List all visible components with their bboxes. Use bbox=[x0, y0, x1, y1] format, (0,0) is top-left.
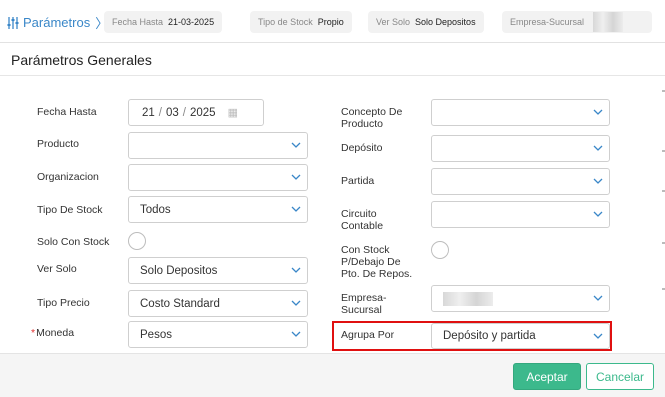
label-producto: Producto bbox=[37, 138, 80, 150]
producto-select[interactable] bbox=[128, 132, 308, 159]
date-day: 21 bbox=[142, 106, 155, 119]
chip-key: Ver Solo bbox=[376, 17, 411, 27]
chip-value: Propio bbox=[317, 17, 344, 27]
chevron-down-icon bbox=[593, 295, 603, 301]
tipo-precio-select[interactable]: Costo Standard bbox=[128, 290, 308, 317]
chevron-down-icon bbox=[291, 267, 301, 273]
select-value: Costo Standard bbox=[140, 297, 220, 310]
chip-value: 21-03-2025 bbox=[168, 17, 215, 27]
chevron-down-icon bbox=[291, 142, 301, 148]
chevron-down-icon bbox=[593, 333, 603, 339]
solo-con-stock-radio[interactable] bbox=[128, 232, 146, 250]
chip-tipo-stock[interactable]: Tipo de Stock Propio bbox=[250, 11, 352, 33]
label-circuito-contable: Circuito Contable bbox=[341, 208, 384, 232]
chevron-down-icon bbox=[593, 109, 603, 115]
chip-empresa-sucursal[interactable]: Empresa-Sucursal bbox=[502, 11, 652, 33]
date-separator: / bbox=[182, 106, 186, 119]
concepto-producto-select[interactable] bbox=[431, 99, 610, 126]
required-mark: * bbox=[31, 327, 36, 339]
chip-value: Solo Depositos bbox=[415, 17, 476, 27]
organizacion-select[interactable] bbox=[128, 164, 308, 191]
deposito-select[interactable] bbox=[431, 135, 610, 162]
select-value: Depósito y partida bbox=[443, 330, 536, 342]
cancel-button[interactable]: Cancelar bbox=[586, 363, 654, 390]
label-agrupa-por: Agrupa Por bbox=[341, 329, 395, 341]
label-con-stock-debajo: Con Stock P/Debajo De Pto. De Repos. bbox=[341, 244, 413, 280]
redacted-value bbox=[443, 291, 493, 306]
label-deposito: Depósito bbox=[341, 142, 383, 154]
empresa-sucursal-select[interactable] bbox=[431, 285, 610, 312]
agrupa-por-select[interactable]: Depósito y partida bbox=[431, 323, 610, 349]
label-ver-solo: Ver Solo bbox=[37, 263, 77, 275]
date-separator: / bbox=[158, 106, 162, 119]
parameters-bar: Parámetros 〉 Fecha Hasta 21-03-2025 Tipo… bbox=[0, 0, 665, 42]
select-value: Solo Depositos bbox=[140, 264, 218, 277]
chip-key: Tipo de Stock bbox=[258, 17, 313, 27]
con-stock-debajo-radio[interactable] bbox=[431, 241, 449, 259]
chevron-down-icon bbox=[593, 211, 603, 217]
calendar-icon[interactable]: ▦ bbox=[228, 106, 238, 119]
chip-key: Empresa-Sucursal bbox=[510, 17, 585, 27]
select-value: Todos bbox=[140, 203, 171, 216]
partida-select[interactable] bbox=[431, 168, 610, 195]
chip-fecha-hasta[interactable]: Fecha Hasta 21-03-2025 bbox=[104, 11, 223, 33]
parameters-title: Parámetros bbox=[23, 15, 91, 30]
label-tipo-de-stock: Tipo De Stock bbox=[37, 204, 103, 216]
redacted-value bbox=[593, 12, 624, 32]
select-value: Pesos bbox=[140, 328, 172, 341]
parameters-toggle[interactable]: Parámetros 〉 bbox=[6, 13, 108, 32]
chevron-down-icon bbox=[291, 300, 301, 306]
label-moneda: *Moneda bbox=[31, 327, 74, 339]
label-empresa-sucursal: Empresa-Sucursal bbox=[341, 292, 387, 316]
parameters-dialog: Parámetros Generales Fecha Hasta 21 / 03… bbox=[0, 42, 665, 397]
accept-button[interactable]: Aceptar bbox=[513, 363, 581, 390]
date-month: 03 bbox=[166, 106, 179, 119]
label-partida: Partida bbox=[341, 175, 375, 187]
label-concepto-producto: Concepto De Producto bbox=[341, 106, 403, 130]
label-moneda-text: Moneda bbox=[36, 327, 75, 339]
label-tipo-precio: Tipo Precio bbox=[37, 297, 90, 309]
label-organizacion: Organizacion bbox=[37, 171, 99, 183]
chevron-down-icon bbox=[593, 145, 603, 151]
ver-solo-select[interactable]: Solo Depositos bbox=[128, 257, 308, 284]
tipo-de-stock-select[interactable]: Todos bbox=[128, 196, 308, 223]
moneda-select[interactable]: Pesos bbox=[128, 321, 308, 348]
date-year: 2025 bbox=[190, 106, 216, 119]
fecha-hasta-input[interactable]: 21 / 03 / 2025 ▦ bbox=[128, 99, 264, 126]
dialog-title: Parámetros Generales bbox=[11, 52, 152, 68]
chevron-down-icon bbox=[291, 174, 301, 180]
divider bbox=[0, 75, 665, 76]
label-solo-con-stock: Solo Con Stock bbox=[37, 236, 110, 248]
chip-ver-solo[interactable]: Ver Solo Solo Depositos bbox=[368, 11, 484, 33]
chevron-down-icon bbox=[291, 331, 301, 337]
circuito-contable-select[interactable] bbox=[431, 201, 610, 228]
chevron-down-icon bbox=[291, 206, 301, 212]
chevron-down-icon bbox=[593, 178, 603, 184]
sliders-icon bbox=[7, 16, 19, 29]
chip-key: Fecha Hasta bbox=[112, 17, 164, 27]
label-fecha-hasta: Fecha Hasta bbox=[37, 106, 97, 118]
